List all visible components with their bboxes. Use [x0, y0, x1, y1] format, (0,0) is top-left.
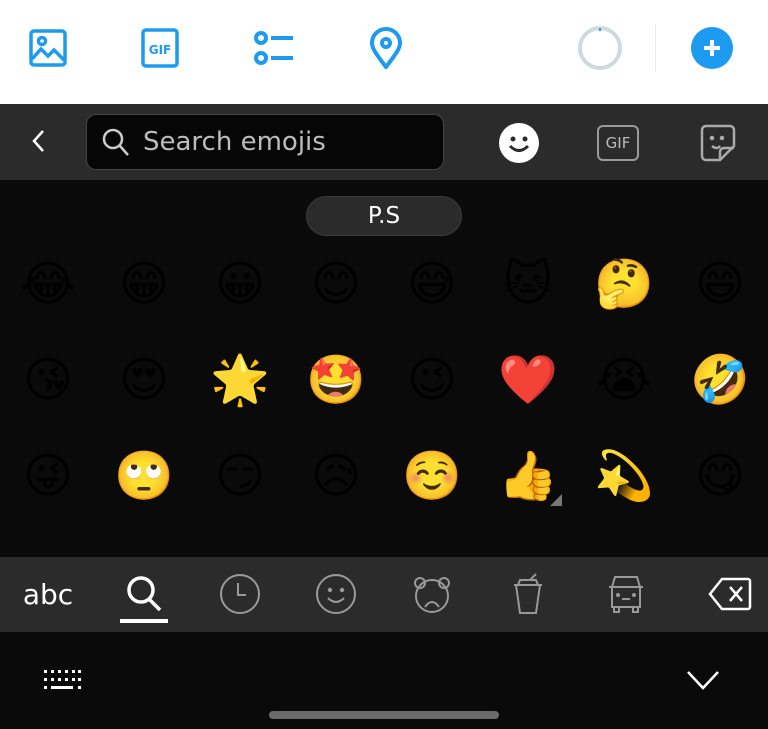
back-chevron-icon[interactable] [24, 126, 54, 160]
category-travel-car-icon[interactable] [596, 569, 656, 619]
search-placeholder: Search emojis [143, 127, 326, 157]
emoji-cell[interactable]: 😉 [384, 332, 480, 428]
active-category-indicator [120, 619, 168, 623]
emoji-grid: 😂 😁 😀 😊 😅 🐱 🤔 😄 😘 😍 🌟 🤩 😉 ❤️ 😭 🤣 😜 🙄 😏 😥… [0, 236, 768, 524]
emoji-header: Search emojis GIF [0, 104, 768, 180]
emoji-cell[interactable]: 😋 [672, 428, 768, 524]
skin-tone-indicator-icon [550, 494, 562, 506]
category-smileys-icon[interactable] [306, 569, 366, 619]
emoji-cell[interactable]: 😜 [0, 428, 96, 524]
emoji-cell[interactable]: 🤩 [288, 332, 384, 428]
char-count-ring [576, 24, 624, 72]
image-icon[interactable] [24, 24, 72, 72]
emoji-cell[interactable]: ❤️ [480, 332, 576, 428]
poll-icon[interactable] [249, 24, 297, 72]
compose-toolbar: GIF [0, 0, 768, 104]
category-animals-bear-icon[interactable] [402, 569, 462, 619]
location-icon[interactable] [362, 24, 410, 72]
emoji-cell[interactable]: 😀 [192, 236, 288, 332]
emoji-tab-smiley-icon[interactable] [498, 122, 540, 168]
category-search-icon[interactable] [114, 569, 174, 619]
emoji-glyph: 👍 [498, 448, 558, 504]
emoji-cell[interactable]: 🤔 [576, 236, 672, 332]
emoji-cell[interactable]: 🌟 [192, 332, 288, 428]
abc-button[interactable]: abc [18, 569, 78, 619]
category-bar: abc [0, 557, 768, 632]
emoji-cell[interactable]: 😊 [288, 236, 384, 332]
add-tweet-button[interactable] [688, 24, 736, 72]
emoji-cell[interactable]: 😏 [192, 428, 288, 524]
keyboard-switch-icon[interactable] [42, 668, 82, 698]
hide-keyboard-chevron-icon[interactable] [686, 668, 720, 696]
emoji-cell[interactable]: 😍 [96, 332, 192, 428]
search-input[interactable]: Search emojis [86, 114, 444, 170]
emoji-cell[interactable]: 😄 [672, 236, 768, 332]
category-food-cup-icon[interactable] [498, 569, 558, 619]
search-icon [102, 128, 129, 156]
emoji-cell[interactable]: 💫 [576, 428, 672, 524]
emoji-cell[interactable]: 😭 [576, 332, 672, 428]
emoji-cell[interactable]: 😁 [96, 236, 192, 332]
gif-tab[interactable]: GIF [597, 125, 639, 161]
gif-icon[interactable]: GIF [136, 24, 184, 72]
emoji-cell[interactable]: 😘 [0, 332, 96, 428]
emoji-cell[interactable]: 😥 [288, 428, 384, 524]
backspace-icon[interactable] [700, 569, 760, 619]
emoji-cell[interactable]: 😂 [0, 236, 96, 332]
category-recent-clock-icon[interactable] [210, 569, 270, 619]
divider [655, 24, 656, 72]
section-label: P.S [306, 196, 462, 236]
emoji-cell[interactable]: 🤣 [672, 332, 768, 428]
sticker-tab-icon[interactable] [698, 122, 738, 168]
emoji-cell[interactable]: ☺️ [384, 428, 480, 524]
emoji-cell[interactable]: 🐱 [480, 236, 576, 332]
home-indicator[interactable] [269, 711, 499, 719]
emoji-cell-skin-tone[interactable]: 👍 [480, 428, 576, 524]
gif-label: GIF [149, 43, 172, 57]
emoji-cell[interactable]: 😅 [384, 236, 480, 332]
emoji-cell[interactable]: 🙄 [96, 428, 192, 524]
